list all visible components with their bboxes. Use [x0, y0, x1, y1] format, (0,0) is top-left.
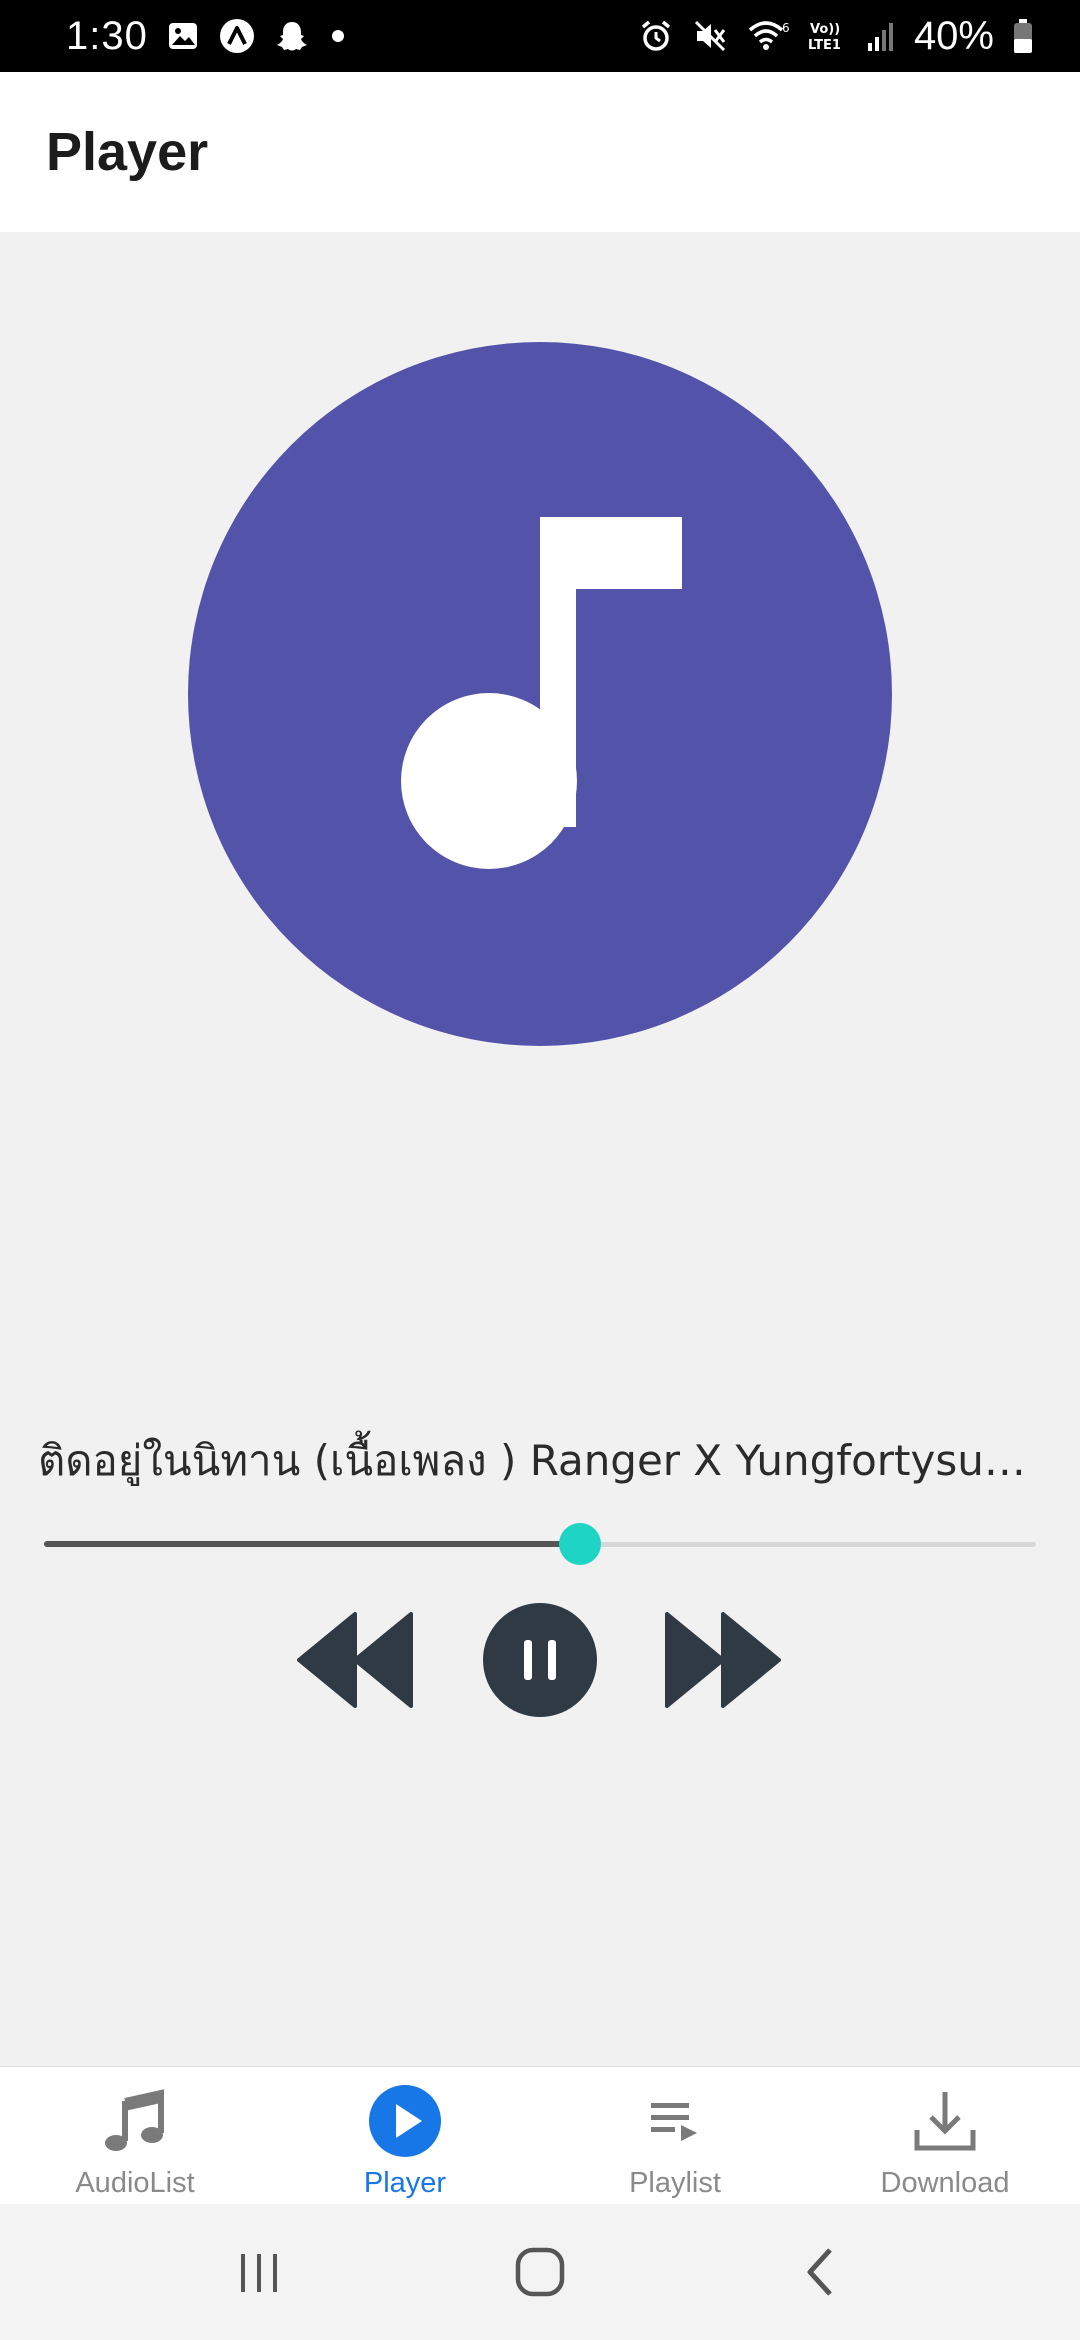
volte-icon: Vo)) LTE1 [808, 18, 848, 54]
home-button[interactable] [490, 2222, 590, 2322]
album-artwork [188, 342, 892, 1046]
pause-icon [483, 1603, 597, 1717]
pause-button[interactable] [480, 1600, 600, 1720]
svg-text:LTE1: LTE1 [808, 38, 841, 53]
mute-icon [692, 18, 728, 54]
player-screen: 1:30 6 Vo)) LTE1 40% Player ติดอยู่ในนิท… [0, 0, 1080, 2340]
seek-thumb[interactable] [558, 1523, 601, 1565]
battery-icon [1012, 18, 1034, 54]
recents-icon [241, 2254, 277, 2292]
download-icon [907, 2083, 983, 2159]
signal-icon [866, 19, 896, 53]
app-icon [218, 17, 256, 55]
nav-item-audiolist[interactable]: AudioList [0, 2067, 270, 2204]
back-button[interactable] [770, 2222, 870, 2322]
back-icon [807, 2248, 832, 2296]
app-header: Player [0, 72, 1080, 232]
playlist-icon [637, 2083, 713, 2159]
seek-progress [44, 1541, 580, 1547]
music-note-icon [401, 517, 682, 869]
nav-item-player[interactable]: Player [270, 2067, 540, 2204]
rewind-icon [297, 1612, 413, 1708]
playback-controls [0, 1600, 1080, 1720]
system-nav-bar [0, 2204, 1080, 2340]
battery-percent: 40% [913, 13, 994, 58]
svg-text:Vo)): Vo)) [810, 22, 840, 37]
rewind-button[interactable] [296, 1600, 416, 1720]
wifi-icon: 6 [746, 18, 790, 54]
status-right: 6 Vo)) LTE1 40% [638, 14, 1034, 59]
fast-forward-button[interactable] [662, 1600, 782, 1720]
status-time: 1:30 [66, 13, 148, 58]
status-bar: 1:30 6 Vo)) LTE1 40% [0, 0, 1080, 72]
nav-label-audiolist: AudioList [75, 2167, 195, 2199]
alarm-icon [638, 18, 674, 54]
nav-label-player: Player [363, 2167, 447, 2199]
svg-text:6: 6 [782, 21, 790, 35]
gallery-icon [166, 19, 200, 53]
status-left: 1:30 [66, 14, 348, 59]
dot-icon [328, 26, 348, 46]
nav-label-playlist: Playlist [629, 2167, 721, 2199]
play-circle-icon [367, 2083, 443, 2159]
nav-item-download[interactable]: Download [810, 2067, 1080, 2204]
seek-bar[interactable] [44, 1520, 1036, 1568]
recents-button[interactable] [210, 2222, 310, 2322]
track-title: ติดอยู่ในนิทาน (เนื้อเพลง ) Ranger X Yun… [38, 1436, 1048, 1485]
snapchat-icon [274, 18, 310, 54]
page-title: Player [46, 122, 209, 182]
nav-label-download: Download [880, 2167, 1010, 2199]
fast-forward-icon [665, 1612, 781, 1708]
bottom-nav: AudioList Player Playlist Download [0, 2066, 1080, 2204]
nav-item-playlist[interactable]: Playlist [540, 2067, 810, 2204]
home-icon [515, 2247, 565, 2297]
music-notes-icon [97, 2083, 173, 2159]
